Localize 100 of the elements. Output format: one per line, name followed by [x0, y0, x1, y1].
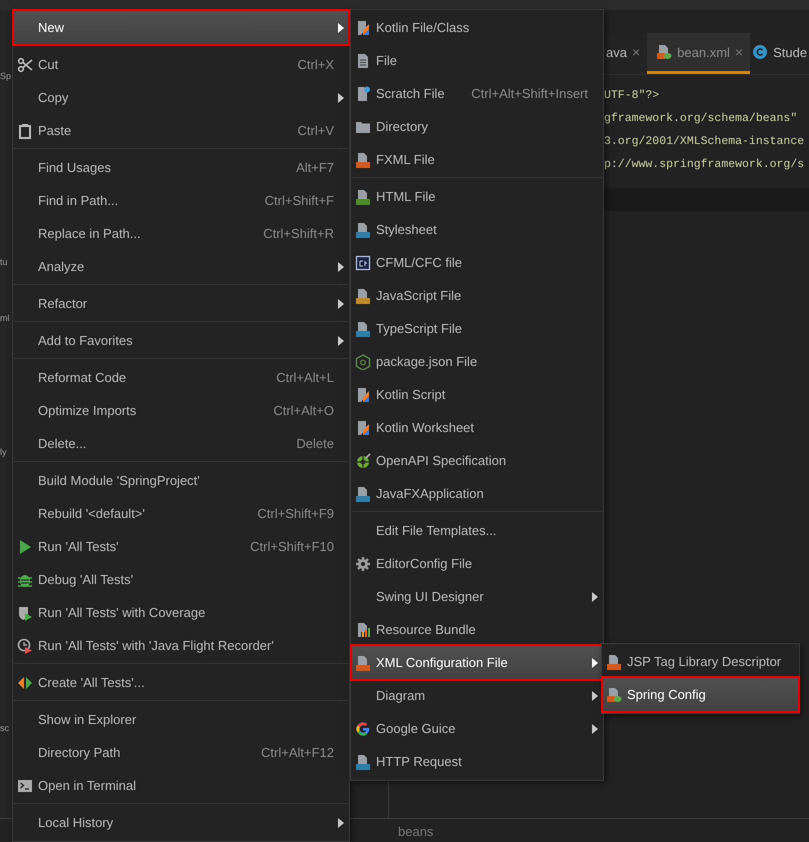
shortcut-label: Ctrl+X: [296, 57, 334, 72]
menu-item[interactable]: OpenAPI Specification: [352, 444, 602, 477]
menu-item[interactable]: Scratch File Ctrl+Alt+Shift+Insert: [352, 77, 602, 110]
shortcut-label: Ctrl+Shift+F10: [249, 539, 334, 554]
file-icon: [656, 44, 672, 60]
clipboard-icon: [17, 122, 33, 138]
menu-item[interactable]: JavaScript File: [352, 279, 602, 312]
file-icon: [355, 320, 371, 336]
wheel-icon: [355, 452, 371, 468]
file-icon: [355, 188, 371, 204]
tab-label: bean.xml: [677, 44, 730, 60]
file-icon: [606, 654, 622, 670]
tree-item[interactable]: sc: [0, 722, 12, 734]
file-icon: [355, 288, 371, 304]
file-icon: [355, 654, 371, 670]
editor-tab[interactable]: bean.xml ×: [647, 33, 750, 74]
menu-item[interactable]: HTML File: [352, 180, 602, 213]
menu-item[interactable]: Analyze: [14, 250, 348, 283]
scissors-icon: [17, 56, 33, 72]
menu-item[interactable]: Replace in Path... Ctrl+Shift+R: [14, 217, 348, 250]
clock-play-icon: [17, 638, 33, 654]
menu-item[interactable]: Add to Favorites: [14, 324, 348, 357]
menu-item[interactable]: Copy: [14, 81, 348, 114]
menu-item[interactable]: EditorConfig File: [352, 547, 602, 580]
tab-label: ava: [606, 44, 627, 60]
menu-item[interactable]: Directory Path Ctrl+Alt+F12: [14, 736, 348, 769]
menu-item[interactable]: Reformat Code Ctrl+Alt+L: [14, 361, 348, 394]
file-icon: [355, 622, 371, 638]
file-icon: [355, 152, 371, 168]
menu-item[interactable]: HTTP Request: [352, 745, 602, 778]
menu-item[interactable]: Kotlin Script: [352, 378, 602, 411]
menu-item[interactable]: Delete... Delete: [14, 427, 348, 460]
tree-item[interactable]: ly: [0, 446, 12, 458]
menu-item[interactable]: Find Usages Alt+F7: [14, 151, 348, 184]
shortcut-label: Ctrl+Shift+F9: [256, 506, 334, 521]
menu-item[interactable]: Run 'All Tests' with 'Java Flight Recorder': [14, 629, 348, 662]
menu-item[interactable]: Run 'All Tests' Ctrl+Shift+F10: [14, 530, 348, 563]
file-icon: [355, 754, 371, 770]
tab-label: Stude: [773, 44, 808, 60]
menu-item[interactable]: Cut Ctrl+X: [14, 48, 348, 81]
menu-item[interactable]: Refactor: [14, 287, 348, 320]
shield-play-icon: [17, 604, 33, 620]
file-icon: [606, 686, 622, 702]
menu-item[interactable]: JavaFXApplication: [352, 477, 602, 510]
menu-item[interactable]: Debug 'All Tests': [14, 563, 348, 596]
menu-item[interactable]: Rebuild '<default>' Ctrl+Shift+F9: [14, 497, 348, 530]
tree-item[interactable]: Sp: [0, 70, 12, 82]
menu-item[interactable]: Find in Path... Ctrl+Shift+F: [14, 184, 348, 217]
menu-item[interactable]: Swing UI Designer: [352, 580, 602, 613]
menu-item[interactable]: FXML File: [352, 143, 602, 176]
file-icon: [355, 420, 371, 436]
shortcut-label: Delete: [295, 436, 334, 451]
shortcut-label: Ctrl+Alt+L: [275, 370, 334, 385]
menu-item[interactable]: Edit File Templates...: [352, 514, 602, 547]
file-icon: [355, 86, 371, 102]
shortcut-label: Ctrl+Alt+O: [272, 403, 334, 418]
menu-item[interactable]: Build Module 'SpringProject': [14, 464, 348, 497]
code-line: p://www.springframework.org/s: [604, 157, 806, 173]
menu-item[interactable]: Show in Explorer: [14, 703, 348, 736]
shortcut-label: Ctrl+Shift+F: [264, 193, 334, 208]
settings-icon: [355, 556, 371, 572]
menu-item[interactable]: Kotlin File/Class: [352, 11, 602, 44]
menu-item[interactable]: Run 'All Tests' with Coverage: [14, 596, 348, 629]
menu-item[interactable]: Google Guice: [352, 712, 602, 745]
editor-tab[interactable]: ava ×: [604, 33, 648, 74]
menu-item[interactable]: CFML/CFC file: [352, 246, 602, 279]
shortcut-label: Alt+F7: [295, 160, 334, 175]
menu-item[interactable]: JSP Tag Library Descriptor: [603, 645, 798, 678]
menu-item[interactable]: TypeScript File: [352, 312, 602, 345]
tree-item[interactable]: tu: [0, 256, 12, 268]
framed-square-icon: [355, 254, 371, 270]
tree-item[interactable]: ml: [0, 312, 12, 324]
shortcut-label: Ctrl+Alt+Shift+Insert: [470, 86, 588, 101]
breadcrumb[interactable]: beans: [398, 824, 434, 838]
file-icon: [355, 386, 371, 402]
menu-item[interactable]: File: [352, 44, 602, 77]
menu-item[interactable]: New: [14, 11, 348, 44]
menu-item[interactable]: package.json File: [352, 345, 602, 378]
menu-item[interactable]: Optimize Imports Ctrl+Alt+O: [14, 394, 348, 427]
menu-item[interactable]: Local History: [14, 806, 348, 839]
code-line: UTF-8"?>: [604, 88, 660, 104]
menu-item[interactable]: Spring Config: [603, 678, 798, 711]
circle-icon: [752, 44, 768, 60]
editor-tab[interactable]: Stude: [750, 33, 809, 74]
shortcut-label: Ctrl+Alt+F12: [260, 745, 334, 760]
menu-item[interactable]: Resource Bundle: [352, 613, 602, 646]
play-icon: [17, 538, 33, 554]
file-icon: [355, 52, 371, 68]
menu-item[interactable]: Directory: [352, 110, 602, 143]
menu-item[interactable]: Create 'All Tests'...: [14, 666, 348, 699]
menu-item[interactable]: Stylesheet: [352, 213, 602, 246]
shortcut-label: Ctrl+V: [296, 123, 334, 138]
menu-item[interactable]: XML Configuration File: [352, 646, 602, 679]
menu-item[interactable]: Kotlin Worksheet: [352, 411, 602, 444]
menu-item[interactable]: Paste Ctrl+V: [14, 114, 348, 147]
close-button[interactable]: ×: [632, 44, 640, 60]
menu-item[interactable]: Open in Terminal: [14, 769, 348, 802]
shortcut-label: Ctrl+Shift+R: [262, 226, 334, 241]
terminal-icon: [17, 778, 33, 794]
file-icon: [355, 20, 371, 36]
